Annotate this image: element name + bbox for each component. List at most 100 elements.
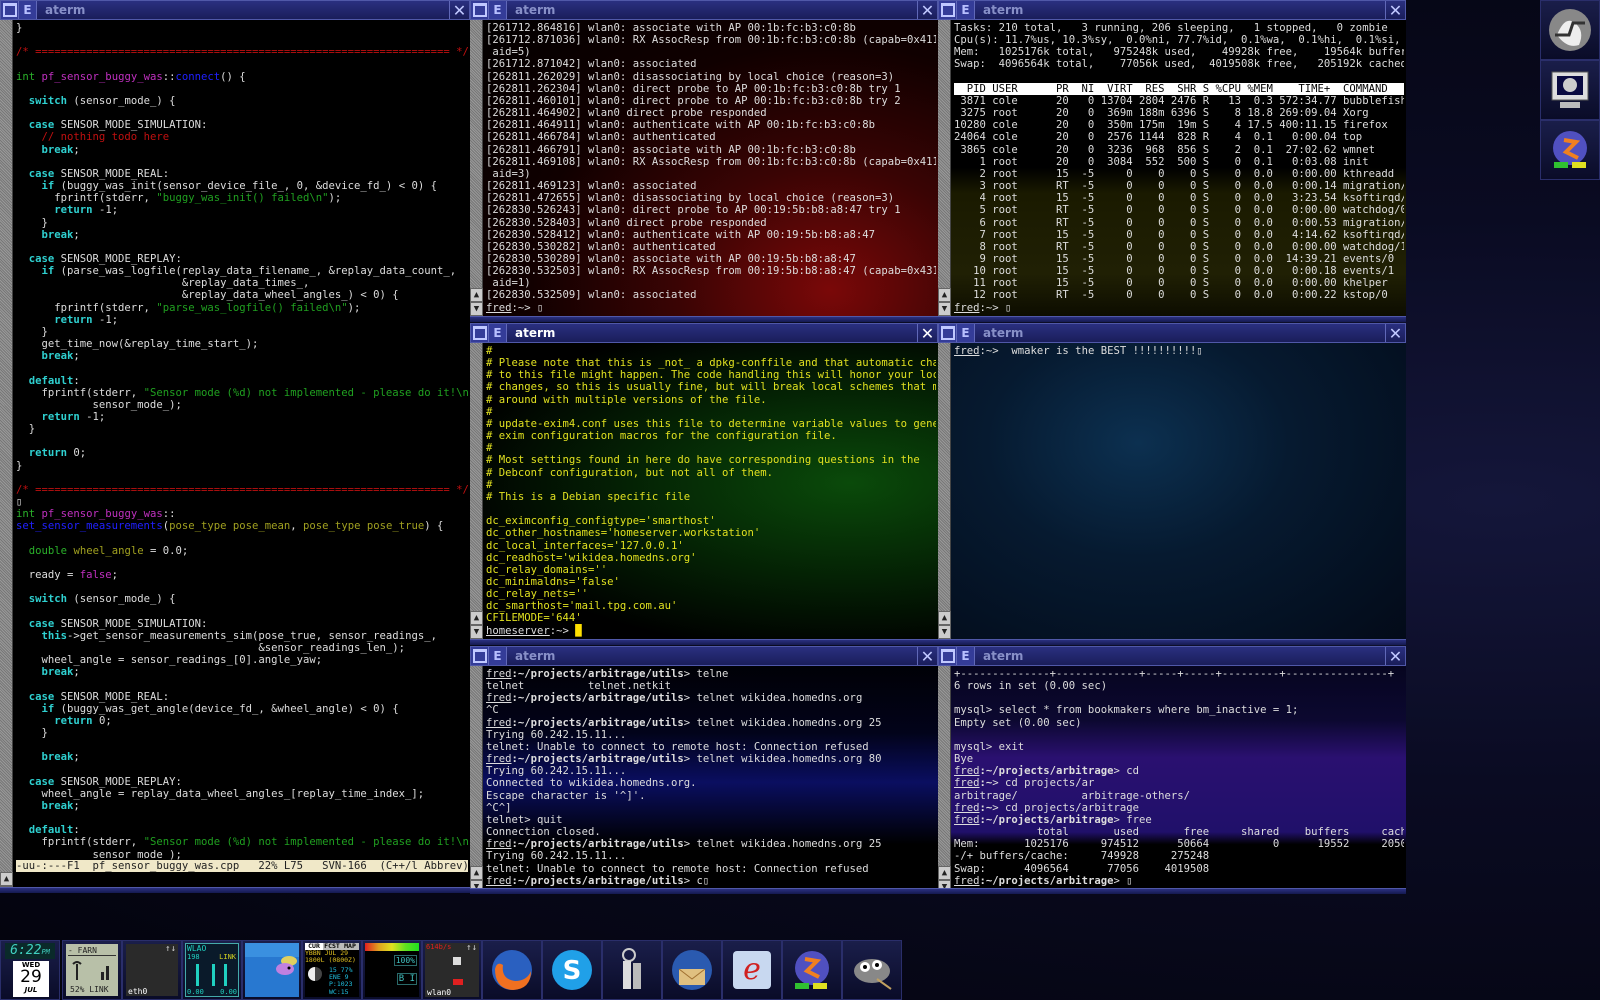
miniaturize-button[interactable] [939,1,957,19]
close-button[interactable]: ✕ [1385,1,1405,20]
dmesg-titlebar[interactable]: E aterm ✕ [470,0,938,20]
top-titlebar[interactable]: E aterm ✕ [938,0,1406,20]
editor-window[interactable]: E aterm ✕ ▲ ▼ } /* =====================… [0,0,470,893]
miniaturize-button[interactable] [939,324,957,342]
process-row[interactable]: 1 root 20 0 3084 552 500 S 0 0.1 0:03.08… [954,156,1404,168]
wlan-monitor-dockapp[interactable]: WLAO 198 LINK 0.00 0.00 [182,940,242,1000]
mysql-titlebar[interactable]: E aterm ✕ [938,646,1406,666]
resize-bar[interactable] [470,639,938,645]
miniaturize-button[interactable] [939,647,957,665]
skype-launcher[interactable]: S [542,940,602,1000]
process-row[interactable]: 3865 cole 20 0 3236 968 856 S 2 0.1 27:0… [954,144,1404,156]
resize-bar[interactable] [938,316,1406,322]
resize-bar[interactable] [470,888,938,894]
process-row[interactable]: 12 root RT -5 0 0 0 S 0 0.0 0:00.22 ksto… [954,289,1404,301]
weather-dockapp[interactable]: CUR FCST MAP YBBN JUL 29 1800L (0800Z) 1… [302,940,362,1000]
wmaker-titlebar[interactable]: E aterm ✕ [938,323,1406,343]
process-row[interactable]: 7 root 15 -5 0 0 0 S 0 0.0 4:14.62 ksoft… [954,229,1405,241]
process-row[interactable]: 4 root 15 -5 0 0 0 S 0 0.0 3:23.54 ksoft… [954,192,1405,204]
top-terminal-window[interactable]: E aterm ✕ ▲ ▼ Tasks: 210 total, 3 runnin… [938,0,1406,322]
thunderbird-launcher[interactable] [662,940,722,1000]
process-row[interactable]: 6 root RT -5 0 0 0 S 0 0.0 0:00.53 migra… [954,217,1405,229]
process-row[interactable]: 8 root RT -5 0 0 0 S 0 0.0 0:00.00 watch… [954,241,1405,253]
weather-pressure: P:1023 [329,980,353,988]
close-button[interactable]: ✕ [917,647,937,666]
scroll-up-arrow[interactable]: ▲ [470,611,483,625]
wlan-value: 198 [187,953,200,961]
process-row[interactable]: 24064 cole 20 0 2576 1144 828 R 4 0.1 0:… [954,131,1404,143]
process-row[interactable]: 10 root 15 -5 0 0 0 S 0 0.0 0:00.18 even… [954,265,1404,277]
scroll-up-arrow[interactable]: ▲ [938,866,951,880]
close-button[interactable]: ✕ [917,1,937,20]
close-button[interactable]: ✕ [1385,324,1405,343]
scroll-up-arrow[interactable]: ▲ [938,288,951,302]
code-buffer[interactable]: } /* ===================================… [16,22,468,863]
miniaturize-button[interactable] [471,647,489,665]
telnet-terminal-window[interactable]: E aterm ✕ ▲ ▼ fred:~/projects/arbitrage/… [470,646,938,894]
miniaturize-button[interactable] [471,1,489,19]
terminal-scrollbar[interactable]: ▲ ▼ [470,20,483,316]
resize-bar[interactable] [938,888,1406,894]
terminal-output[interactable]: fred:~/projects/arbitrage/utils> telne te… [486,668,936,888]
gnome-debian-launcher[interactable] [1540,120,1600,180]
battery-dockapp[interactable]: 100% B I [362,940,422,1000]
monitor-launcher[interactable] [1540,60,1600,120]
resize-bar[interactable] [470,316,938,322]
terminal-scrollbar[interactable]: ▲ ▼ [470,343,483,639]
close-button[interactable]: ✕ [1385,647,1405,666]
close-button[interactable]: ✕ [449,1,469,20]
windowmaker-clip-icon[interactable] [1540,0,1600,60]
process-row[interactable]: 10280 cole 20 0 350m 175m 19m S 4 17.5 4… [954,119,1404,131]
resize-bar[interactable] [938,639,1406,645]
top-process-list[interactable]: Tasks: 210 total, 3 running, 206 sleepin… [954,22,1404,316]
wlan-label: WLAO [187,944,207,953]
editor-titlebar[interactable]: E aterm ✕ [0,0,470,20]
gimp-launcher[interactable] [842,940,902,1000]
process-row[interactable]: 11 root 15 -5 0 0 0 S 0 0.0 0:00.00 khel… [954,277,1404,289]
keyring-launcher[interactable] [602,940,662,1000]
wlan0-net-dockapp[interactable]: 614b/s ↑↓ wlan0 [422,940,482,1000]
terminal-scrollbar[interactable]: ▲ ▼ [470,666,483,894]
terminal-scrollbar[interactable]: ▲ ▼ [938,343,951,639]
terminal-scrollbar[interactable]: ▲ ▼ [938,666,951,894]
terminal-output[interactable]: fred:~> wmaker is the BEST !!!!!!!!!!▯ [954,345,1404,639]
scroll-down-arrow[interactable]: ▼ [470,625,483,639]
process-row[interactable]: 2 root 15 -5 0 0 0 S 0 0.0 0:00.00 kthre… [954,168,1404,180]
terminal-scrollbar[interactable]: ▲ ▼ [938,20,951,316]
wmaker-terminal-window[interactable]: E aterm ✕ ▲ ▼ fred:~> wmaker is the BEST… [938,323,1406,645]
process-row[interactable]: 5 root RT -5 0 0 0 S 0 0.0 0:00.00 watch… [954,204,1405,216]
exim-config-terminal-window[interactable]: E aterm ✕ ▲ ▼ # # Please note that this i… [470,323,938,645]
resize-bar[interactable] [0,887,470,893]
terminal-output[interactable]: [261712.864816] wlan0: associate with AP… [486,22,936,316]
process-row[interactable]: 3275 root 20 0 369m 188m 6396 S 8 18.8 2… [954,107,1404,119]
scroll-up-arrow[interactable]: ▲ [470,288,483,302]
exim-titlebar[interactable]: E aterm ✕ [470,323,938,343]
firefox-launcher[interactable] [482,940,542,1000]
process-row[interactable]: 9 root 15 -5 0 0 0 S 0 0.0 14:39.21 even… [954,253,1404,265]
editor-scrollbar[interactable]: ▲ ▼ [0,20,13,893]
mysql-terminal-window[interactable]: E aterm ✕ ▲ ▼ +--------------+----------… [938,646,1406,894]
miniaturize-button[interactable] [471,324,489,342]
scroll-down-arrow[interactable]: ▼ [938,302,951,316]
scroll-up-arrow[interactable]: ▲ [0,872,13,886]
scroll-down-arrow[interactable]: ▼ [938,625,951,639]
bubblefishymon-dockapp[interactable] [242,940,302,1000]
scroll-up-arrow[interactable]: ▲ [470,866,483,880]
clock-dockapp[interactable]: 6:22PM WED 29 JUL [0,940,60,1000]
terminal-output[interactable]: # # Please note that this is _not_ a dpkg… [486,345,936,639]
close-button[interactable]: ✕ [917,324,937,343]
wifi-dockapp[interactable]: - FARN 52% LINK [62,940,122,1000]
dmesg-terminal-window[interactable]: E aterm ✕ ▲ ▼ [261712.864816] wlan0: ass… [470,0,938,322]
gnome-debian-launcher-2[interactable] [782,940,842,1000]
process-row[interactable]: 3871 cole 20 0 13704 2804 2476 R 13 0.3 … [954,95,1404,107]
terminal-output[interactable]: +--------------+-------------+-----+----… [954,668,1404,888]
emacs-launcher[interactable]: e [722,940,782,1000]
miniaturize-button[interactable] [1,1,19,19]
process-row[interactable]: 3 root RT -5 0 0 0 S 0 0.0 0:00.14 migra… [954,180,1405,192]
log-line: [262811.469123] wlan0: associated [486,180,697,193]
scroll-up-arrow[interactable]: ▲ [938,611,951,625]
prompt-path: :~ [979,777,993,790]
scroll-down-arrow[interactable]: ▼ [470,302,483,316]
eth0-monitor-dockapp[interactable]: ↑↓ eth0 [122,940,182,1000]
telnet-titlebar[interactable]: E aterm ✕ [470,646,938,666]
